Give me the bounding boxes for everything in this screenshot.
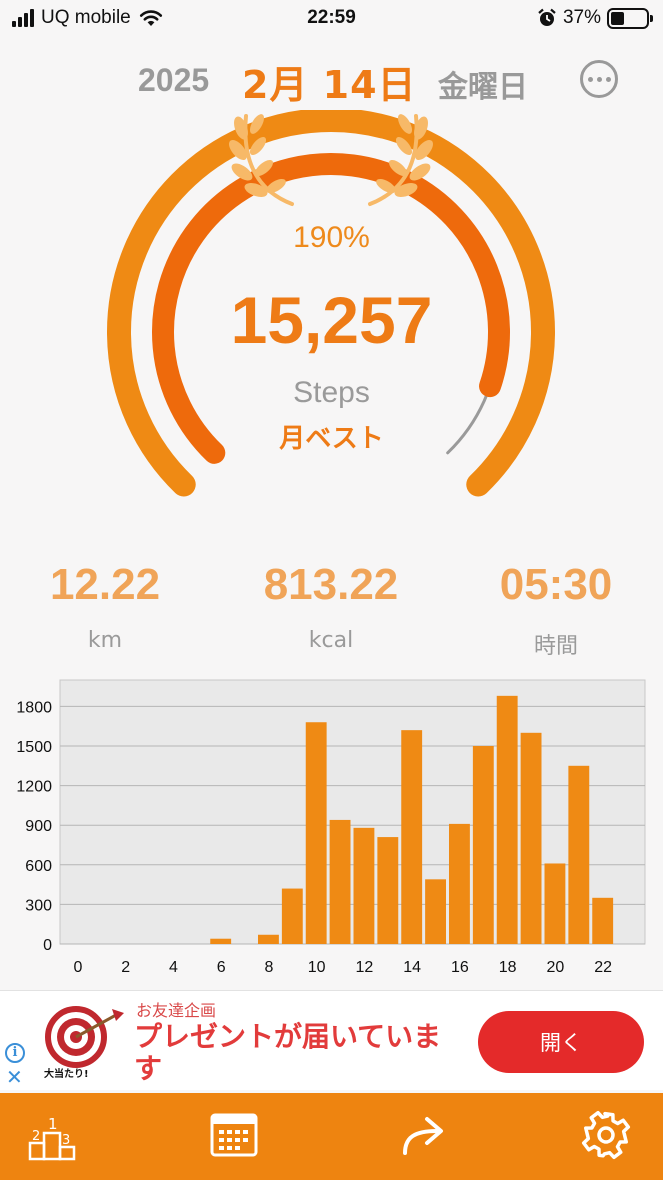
step-count: 15,257	[230, 283, 433, 357]
hour-bar	[210, 938, 232, 944]
y-tick-label: 600	[25, 858, 52, 875]
duration-value: 05:30	[499, 560, 613, 609]
calories-unit: kcal	[308, 628, 354, 653]
settings-tab[interactable]	[576, 1105, 636, 1165]
duration-unit: 時間	[533, 634, 578, 659]
battery-percent: 37%	[562, 7, 601, 28]
hour-bar	[353, 827, 375, 944]
close-icon[interactable]: ✕	[6, 1065, 23, 1089]
gear-icon	[581, 1110, 631, 1160]
x-tick-label: 6	[217, 959, 226, 976]
x-tick-label: 18	[499, 959, 517, 976]
chart-canvas: 0 300 600 900 1200 1500 1800 0 2 4 6 8 10 12 14 16 18 20 2…	[16, 679, 646, 976]
hour-bar	[258, 934, 279, 944]
date-header: 2025 2月 14日 金曜日	[0, 52, 663, 108]
goal-percent: 190%	[293, 221, 370, 254]
ranking-rank-second: 2	[32, 1129, 40, 1144]
hour-bar	[592, 897, 614, 944]
y-tick-label: 900	[25, 818, 52, 835]
tab-bar: 1 2 3	[0, 1093, 663, 1180]
x-tick-label: 4	[169, 959, 178, 976]
hour-bar	[305, 722, 327, 944]
y-tick-label: 300	[25, 897, 52, 914]
ranking-rank-third: 3	[62, 1133, 70, 1148]
status-right: 37%	[537, 7, 653, 29]
laurel-left-icon	[229, 114, 294, 206]
calories-stat: 813.22 kcal	[231, 560, 431, 653]
y-tick-label: 1500	[16, 739, 52, 756]
x-tick-label: 14	[403, 959, 421, 976]
x-tick-label: 8	[264, 959, 273, 976]
hour-bar	[425, 879, 446, 944]
laurel-right-icon	[368, 114, 433, 206]
target-icon: 大当たり!	[44, 1006, 124, 1080]
hour-bar	[281, 888, 303, 944]
ranking-tab[interactable]: 1 2 3	[22, 1105, 82, 1165]
x-tick-label: 10	[308, 959, 326, 976]
status-bar: UQ mobile 22:59 37%	[0, 0, 663, 38]
hour-bar	[520, 732, 542, 944]
hour-bar	[329, 819, 351, 944]
distance-value: 12.22	[49, 560, 161, 609]
duration-stat: 05:30 時間	[456, 560, 656, 660]
step-gauge: 190% 15,257 Steps 月ベスト	[0, 110, 663, 550]
info-icon[interactable]: i	[5, 1043, 25, 1063]
ranking-rank-first: 1	[48, 1115, 58, 1133]
y-tick-label: 0	[43, 937, 52, 954]
date-month-day[interactable]: 2月 14日	[242, 54, 417, 109]
hour-bar	[544, 863, 566, 944]
x-tick-label: 16	[451, 959, 469, 976]
share-icon	[403, 1117, 443, 1155]
hourly-steps-chart[interactable]: 0 300 600 900 1200 1500 1800 0 2 4 6 8 10 12 14 16 18 20 2…	[0, 674, 663, 984]
calendar-icon	[210, 1113, 258, 1157]
hour-bar	[377, 837, 399, 944]
date-year: 2025	[138, 62, 210, 98]
x-tick-label: 2	[121, 959, 130, 976]
distance-stat: 12.22 km	[5, 560, 205, 653]
ad-open-button[interactable]: 開く	[478, 1011, 644, 1073]
ad-banner[interactable]: i ✕ 大当たり! お友達企画 プレゼントが届いています 開く	[0, 990, 663, 1090]
hour-bar	[568, 765, 590, 944]
ad-stamp-text: 大当たり!	[44, 1067, 89, 1080]
stats-row: 12.22 km 813.22 kcal 05:30 時間	[0, 560, 663, 670]
hour-bar	[472, 746, 494, 944]
steps-label: Steps	[293, 376, 370, 409]
ad-subtitle: お友達企画	[136, 1001, 217, 1020]
hour-bar	[401, 730, 423, 944]
date-weekday: 金曜日	[438, 70, 528, 105]
ad-title: プレゼントが届いています	[134, 1020, 442, 1085]
x-tick-label: 22	[594, 959, 612, 976]
calories-value: 813.22	[263, 560, 399, 609]
distance-unit: km	[87, 628, 123, 653]
x-tick-label: 12	[356, 959, 374, 976]
share-tab[interactable]	[392, 1105, 452, 1165]
monthly-best-badge: 月ベスト	[279, 424, 384, 454]
hour-bar	[449, 823, 470, 944]
hour-bar	[496, 695, 518, 944]
more-icon[interactable]	[580, 60, 618, 98]
calendar-tab[interactable]	[204, 1105, 264, 1165]
x-tick-label: 0	[73, 959, 82, 976]
alarm-icon	[538, 8, 556, 26]
battery-icon	[607, 7, 653, 29]
battery-fill	[611, 11, 624, 25]
y-tick-label: 1800	[16, 699, 52, 716]
y-tick-label: 1200	[16, 779, 52, 796]
ranking-icon: 1 2 3	[28, 1115, 76, 1161]
x-tick-label: 20	[547, 959, 565, 976]
